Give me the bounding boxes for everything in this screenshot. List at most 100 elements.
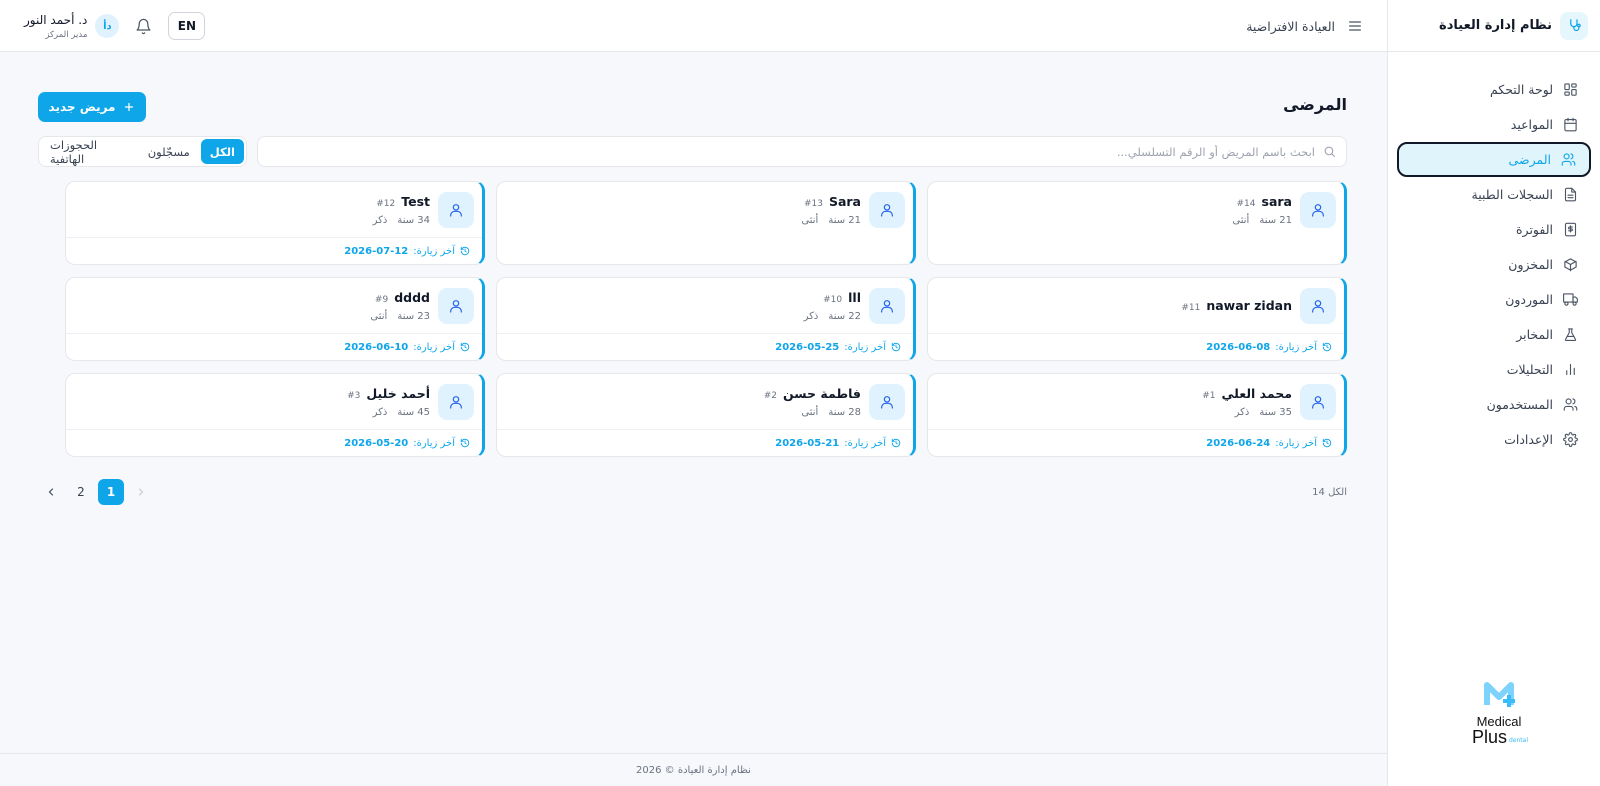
user-icon (869, 191, 905, 228)
top-header: العيادة الافتراضية EN دأ د. أحمد النور م… (0, 0, 1387, 52)
patient-name: dddd (394, 289, 430, 305)
patient-age: 28 سنة (828, 406, 861, 418)
last-visit-label: آخر زيارة: (844, 341, 886, 353)
total-count: 14 الكل (1312, 487, 1347, 498)
pagination: 21 (38, 479, 154, 505)
page-title: المرضى (1283, 95, 1347, 114)
user-icon (869, 287, 905, 324)
patient-meta: 35 سنة ذكر (1202, 407, 1292, 418)
sidebar-item-file-text[interactable]: السجلات الطبية (1397, 177, 1591, 212)
patient-name: Sara (828, 193, 861, 209)
sidebar-item-dashboard[interactable]: لوحة التحكم (1397, 72, 1591, 107)
sidebar-item-user-group[interactable]: المستخدمون (1397, 387, 1591, 422)
plus-icon (125, 102, 134, 112)
sidebar-item-label: الإعدادات (1504, 432, 1553, 447)
new-patient-label: مريض جديد (48, 100, 116, 114)
patient-card[interactable]: nawar zidan #11 آخر زيارة: 2026-06-08 (927, 277, 1347, 361)
patient-gender: ذكر (372, 214, 388, 226)
last-visit: آخر زيارة: 2026-05-21 (497, 429, 913, 456)
patient-card[interactable]: dddd #9 23 سنة أنثى آخر زيارة: 2026-06-10 (65, 277, 485, 361)
patient-name: sara (1261, 193, 1292, 209)
patient-card[interactable]: فاطمة حسن #2 28 سنة أنثى آخر زيارة: 2026-05-2… (496, 373, 916, 457)
patient-info: فاطمة حسن #2 28 سنة أنثى (764, 386, 861, 418)
bell-icon[interactable] (135, 18, 152, 35)
sidebar-item-bar-chart[interactable]: التحليلات (1397, 352, 1591, 387)
patient-info: nawar zidan #11 (1181, 298, 1292, 313)
new-patient-button[interactable]: مريض جديد (38, 92, 146, 122)
sidebar-item-package[interactable]: المخزون (1397, 247, 1591, 282)
patient-name: أحمد خليل (366, 385, 430, 401)
patient-id: #9 (374, 294, 389, 305)
patient-gender: أنثى (1232, 214, 1250, 226)
patient-card[interactable]: Sara #13 21 سنة أنثى (496, 181, 916, 265)
language-toggle-button[interactable]: EN (168, 12, 206, 40)
user-icon (1300, 383, 1336, 420)
avatar: دأ (95, 14, 120, 38)
user-menu[interactable]: دأ د. أحمد النور مدير المركز (24, 13, 120, 40)
filter-tab[interactable]: مسجّلون (139, 139, 199, 164)
history-icon (891, 438, 901, 448)
sidebar-item-label: المخابر (1516, 327, 1553, 342)
menu-icon[interactable] (1347, 18, 1363, 34)
last-visit: آخر زيارة: 2026-05-25 (497, 333, 913, 360)
history-icon (891, 342, 901, 352)
patient-info: أحمد خليل #3 45 سنة ذكر (347, 386, 430, 418)
patient-meta: 21 سنة أنثى (801, 215, 861, 226)
patient-card-header: Test #12 34 سنة ذكر (66, 182, 482, 237)
sidebar-item-label: التحليلات (1506, 362, 1553, 377)
search-input[interactable] (268, 144, 1315, 159)
last-visit-date: 2026-05-21 (775, 437, 840, 449)
last-visit-date: 2026-05-25 (775, 341, 840, 353)
patient-card-header: lll #10 22 سنة ذكر (497, 278, 913, 333)
filter-tab[interactable]: الحجوزات الهاتفية (41, 138, 137, 166)
stethoscope-icon (1560, 11, 1588, 40)
last-visit-date: 2026-06-24 (1206, 437, 1271, 449)
sidebar-item-calendar[interactable]: المواعيد (1397, 107, 1591, 142)
user-icon (1300, 287, 1336, 324)
sidebar-item-truck[interactable]: الموردون (1397, 282, 1591, 317)
patient-gender: ذكر (803, 310, 819, 322)
last-visit-date: 2026-07-12 (344, 245, 409, 257)
patient-card-header: Sara #13 21 سنة أنثى (497, 182, 913, 237)
bar-chart-icon (1563, 362, 1578, 377)
last-visit-label: آخر زيارة: (844, 437, 886, 449)
brand: نظام إدارة العيادة (1388, 0, 1600, 52)
prev-page-chevron-icon[interactable] (128, 479, 154, 505)
last-visit-label: آخر زيارة: (413, 341, 455, 353)
history-icon (460, 342, 470, 352)
patient-card[interactable]: محمد العلي #1 35 سنة ذكر آخر زيارة: 2026-06-2… (927, 373, 1347, 457)
user-info: د. أحمد النور مدير المركز (24, 13, 87, 40)
patient-card-header: محمد العلي #1 35 سنة ذكر (928, 374, 1344, 429)
patient-meta: 34 سنة ذكر (373, 215, 430, 226)
footer-text: نظام إدارة العيادة © 2026 (636, 764, 751, 776)
patient-gender: أنثى (801, 214, 819, 226)
patient-card[interactable]: sara #14 21 سنة أنثى (927, 181, 1347, 265)
sidebar-item-invoice[interactable]: الفوترة (1397, 212, 1591, 247)
patient-card[interactable]: أحمد خليل #3 45 سنة ذكر آخر زيارة: 2026-05-20 (65, 373, 485, 457)
patient-name-row: nawar zidan #11 (1181, 298, 1292, 313)
patient-card[interactable]: lll #10 22 سنة ذكر آخر زيارة: 2026-05-25 (496, 277, 916, 361)
gear-icon (1563, 432, 1578, 447)
patient-card-header: nawar zidan #11 (928, 278, 1344, 333)
user-icon (438, 287, 474, 324)
patient-id: #10 (823, 294, 843, 305)
history-icon (460, 246, 470, 256)
patient-card-header: dddd #9 23 سنة أنثى (66, 278, 482, 333)
user-role: مدير المركز (45, 29, 88, 40)
flask-icon (1563, 327, 1578, 342)
patient-card[interactable]: Test #12 34 سنة ذكر آخر زيارة: 2026-07-12 (65, 181, 485, 265)
sidebar-item-users[interactable]: المرضى (1397, 142, 1591, 177)
patient-age: 45 سنة (397, 406, 430, 418)
page-button[interactable]: 1 (98, 479, 124, 505)
patient-age: 23 سنة (397, 310, 430, 322)
page-button[interactable]: 2 (68, 479, 94, 505)
user-group-icon (1563, 397, 1578, 412)
sidebar-item-flask[interactable]: المخابر (1397, 317, 1591, 352)
footer: نظام إدارة العيادة © 2026 (0, 753, 1387, 786)
patient-age: 34 سنة (397, 214, 430, 226)
sidebar-item-label: المستخدمون (1486, 397, 1553, 412)
next-page-chevron-icon[interactable] (38, 479, 64, 505)
filter-tab[interactable]: الكل (200, 139, 244, 164)
patient-age: 21 سنة (1259, 214, 1292, 226)
sidebar-item-gear[interactable]: الإعدادات (1397, 422, 1591, 457)
